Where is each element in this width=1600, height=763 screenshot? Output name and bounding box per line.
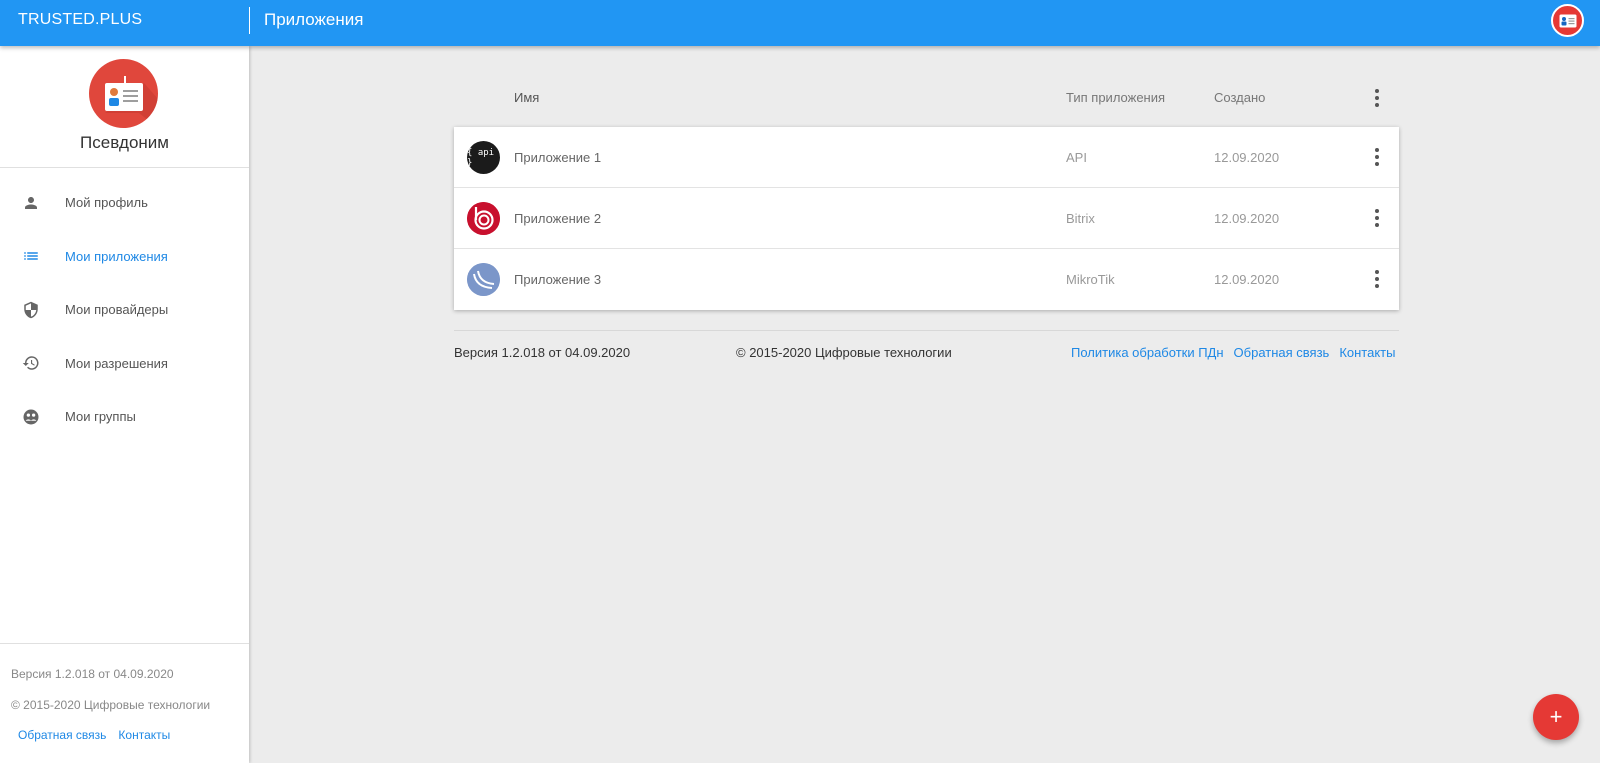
table-header: Имя Тип приложения Создано bbox=[454, 78, 1399, 118]
more-vert-icon[interactable] bbox=[1365, 145, 1389, 169]
table-row[interactable]: Приложение 2 Bitrix 12.09.2020 bbox=[454, 188, 1399, 249]
sidebar-version: Версия 1.2.018 от 04.09.2020 bbox=[11, 667, 174, 681]
groups-icon bbox=[21, 407, 41, 427]
app-type: API bbox=[1066, 150, 1087, 165]
more-vert-icon[interactable] bbox=[1365, 267, 1389, 291]
sidebar-item-label: Мои провайдеры bbox=[65, 302, 169, 318]
column-header-created[interactable]: Создано bbox=[1214, 90, 1265, 105]
sidebar-item-label: Мои разрешения bbox=[65, 355, 168, 371]
feedback-link[interactable]: Обратная связь bbox=[1234, 345, 1330, 360]
sidebar-item-label: Мой профиль bbox=[65, 195, 148, 211]
footer-version: Версия 1.2.018 от 04.09.2020 bbox=[454, 345, 631, 360]
sidebar-footer-links: Обратная связь Контакты bbox=[18, 728, 170, 742]
topbar-divider bbox=[249, 7, 250, 34]
top-app-bar: TRUSTED.PLUS Приложения bbox=[0, 0, 1600, 46]
sidebar-copyright: © 2015-2020 Цифровые технологии bbox=[11, 698, 211, 712]
id-card-icon bbox=[1559, 14, 1576, 27]
app-type: MikroTik bbox=[1066, 272, 1115, 287]
app-name: Приложение 3 bbox=[514, 272, 602, 287]
footer-divider bbox=[454, 330, 1399, 331]
table-row[interactable]: Приложение 3 MikroTik 12.09.2020 bbox=[454, 249, 1399, 310]
app-created: 12.09.2020 bbox=[1214, 211, 1280, 226]
app-type: Bitrix bbox=[1066, 211, 1095, 226]
page-title: Приложения bbox=[264, 10, 364, 29]
sidebar-item-groups[interactable]: Мои группы bbox=[0, 390, 249, 444]
profile-section: Псевдоним bbox=[0, 46, 249, 168]
person-icon bbox=[21, 193, 41, 213]
contacts-link[interactable]: Контакты bbox=[1339, 345, 1395, 360]
sidebar-footer: Версия 1.2.018 от 04.09.2020 © 2015-2020… bbox=[0, 643, 249, 763]
mikrotik-logo-icon bbox=[467, 263, 500, 296]
privacy-policy-link[interactable]: Политика обработки ПДн bbox=[1071, 345, 1224, 360]
sidebar-nav: Мой профиль Мои приложения Мои провайдер… bbox=[0, 176, 249, 444]
sidebar-item-permissions[interactable]: Мои разрешения bbox=[0, 337, 249, 391]
history-icon bbox=[21, 353, 41, 373]
sidebar-item-label: Мои приложения bbox=[65, 248, 168, 264]
id-card-icon bbox=[105, 76, 158, 128]
feedback-link[interactable]: Обратная связь bbox=[18, 728, 106, 742]
bitrix-logo-icon bbox=[467, 202, 500, 235]
footer-links: Политика обработки ПДн Обратная связь Конт… bbox=[1071, 345, 1395, 360]
more-vert-icon[interactable] bbox=[1365, 86, 1389, 110]
column-header-type[interactable]: Тип приложения bbox=[1066, 90, 1165, 105]
sidebar-item-applications[interactable]: Мои приложения bbox=[0, 230, 249, 284]
account-avatar-button[interactable] bbox=[1551, 4, 1584, 37]
api-logo-text: { api } bbox=[467, 147, 495, 168]
profile-name: Псевдоним bbox=[80, 133, 169, 152]
sidebar-item-profile[interactable]: Мой профиль bbox=[0, 176, 249, 230]
api-logo-icon: { api } bbox=[467, 141, 500, 174]
more-vert-icon[interactable] bbox=[1365, 206, 1389, 230]
app-name: Приложение 2 bbox=[514, 211, 602, 226]
app-name: Приложение 1 bbox=[514, 150, 602, 165]
app-created: 12.09.2020 bbox=[1214, 150, 1280, 165]
sidebar-item-label: Мои группы bbox=[65, 409, 136, 425]
list-icon bbox=[21, 246, 41, 266]
table-row[interactable]: { api } Приложение 1 API 12.09.2020 bbox=[454, 127, 1399, 188]
sidebar: Псевдоним Мой профиль Мои приложения Мои… bbox=[0, 46, 249, 763]
add-application-button[interactable]: + bbox=[1533, 694, 1579, 740]
shield-icon bbox=[21, 300, 41, 320]
footer-copyright: © 2015-2020 Цифровые технологии bbox=[736, 345, 952, 360]
plus-icon: + bbox=[1549, 704, 1563, 729]
app-created: 12.09.2020 bbox=[1214, 272, 1280, 287]
applications-table: { api } Приложение 1 API 12.09.2020 Прил… bbox=[454, 127, 1399, 310]
profile-avatar[interactable] bbox=[89, 59, 158, 128]
contacts-link[interactable]: Контакты bbox=[118, 728, 170, 742]
sidebar-item-providers[interactable]: Мои провайдеры bbox=[0, 283, 249, 337]
column-header-name[interactable]: Имя bbox=[514, 90, 539, 105]
brand-logo[interactable]: TRUSTED.PLUS bbox=[18, 11, 142, 29]
